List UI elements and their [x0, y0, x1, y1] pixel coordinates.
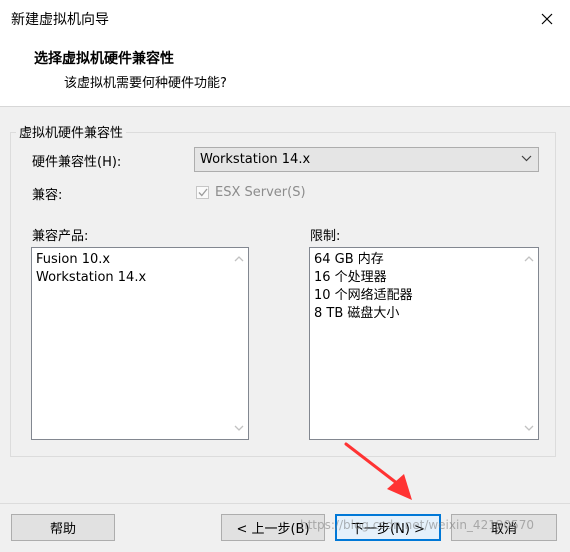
cancel-button[interactable]: 取消 — [451, 514, 557, 541]
window-title: 新建虚拟机向导 — [11, 12, 109, 28]
close-icon — [541, 13, 553, 25]
compat-products-list[interactable]: Fusion 10.x Workstation 14.x — [31, 247, 249, 440]
group-legend: 虚拟机硬件兼容性 — [16, 122, 127, 141]
limits-label: 限制: — [310, 229, 341, 244]
limits-list[interactable]: 64 GB 内存 16 个处理器 10 个网络适配器 8 TB 磁盘大小 — [309, 247, 539, 440]
scroll-down-icon[interactable] — [523, 423, 535, 433]
esx-server-label: ESX Server(S) — [215, 184, 306, 200]
esx-server-checkbox[interactable] — [196, 185, 209, 199]
hardware-compat-label: 硬件兼容性(H): — [32, 155, 122, 170]
limits-scrollbar[interactable] — [521, 249, 537, 438]
list-item[interactable]: Fusion 10.x — [36, 251, 228, 269]
chevron-down-icon — [521, 155, 532, 162]
help-button[interactable]: 帮助 — [11, 514, 115, 541]
check-icon — [198, 188, 208, 196]
back-button[interactable]: < 上一步(B) — [221, 514, 325, 541]
scroll-down-icon[interactable] — [233, 423, 245, 433]
products-scrollbar[interactable] — [231, 249, 247, 438]
page-title: 选择虚拟机硬件兼容性 — [34, 51, 174, 67]
compat-products-label: 兼容产品: — [32, 229, 89, 244]
close-button[interactable] — [528, 6, 566, 32]
select-value: Workstation 14.x — [200, 152, 311, 167]
list-item: 16 个处理器 — [314, 270, 387, 285]
esx-server-checkbox-row[interactable]: ESX Server(S) — [196, 183, 306, 201]
page-subtitle: 该虚拟机需要何种硬件功能? — [64, 76, 227, 91]
list-item: 10 个网络适配器 — [314, 288, 413, 303]
list-item[interactable]: Workstation 14.x — [36, 269, 228, 287]
scroll-up-icon[interactable] — [233, 254, 245, 264]
list-item: 64 GB 内存 — [314, 252, 384, 267]
scroll-up-icon[interactable] — [523, 254, 535, 264]
footer-separator — [0, 503, 570, 504]
title-bar: 新建虚拟机向导 — [0, 0, 570, 38]
wizard-header: 选择虚拟机硬件兼容性 该虚拟机需要何种硬件功能? — [0, 38, 570, 107]
list-item: 8 TB 磁盘大小 — [314, 306, 400, 321]
hardware-compat-select[interactable]: Workstation 14.x — [194, 147, 539, 172]
compat-label: 兼容: — [32, 188, 63, 203]
next-button[interactable]: 下一步(N) > — [335, 514, 441, 541]
